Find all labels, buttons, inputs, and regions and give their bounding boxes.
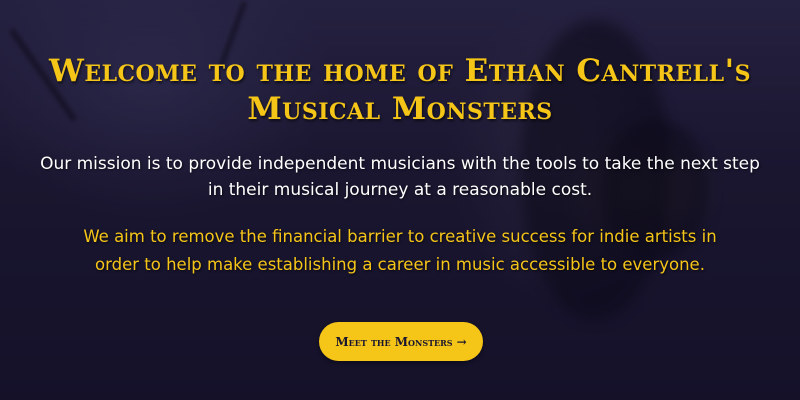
page-title: Welcome to the home of Ethan Cantrell's …	[49, 53, 751, 127]
mission-statement: Our mission is to provide independent mu…	[40, 154, 760, 200]
meet-the-monsters-button[interactable]: Meet the Monsters →	[319, 322, 483, 361]
aim-statement: We aim to remove the financial barrier t…	[83, 227, 717, 274]
arrow-right-icon: →	[456, 335, 467, 349]
hero-section: Welcome to the home of Ethan Cantrell's …	[0, 0, 800, 400]
cta-label: Meet the Monsters	[335, 335, 453, 349]
